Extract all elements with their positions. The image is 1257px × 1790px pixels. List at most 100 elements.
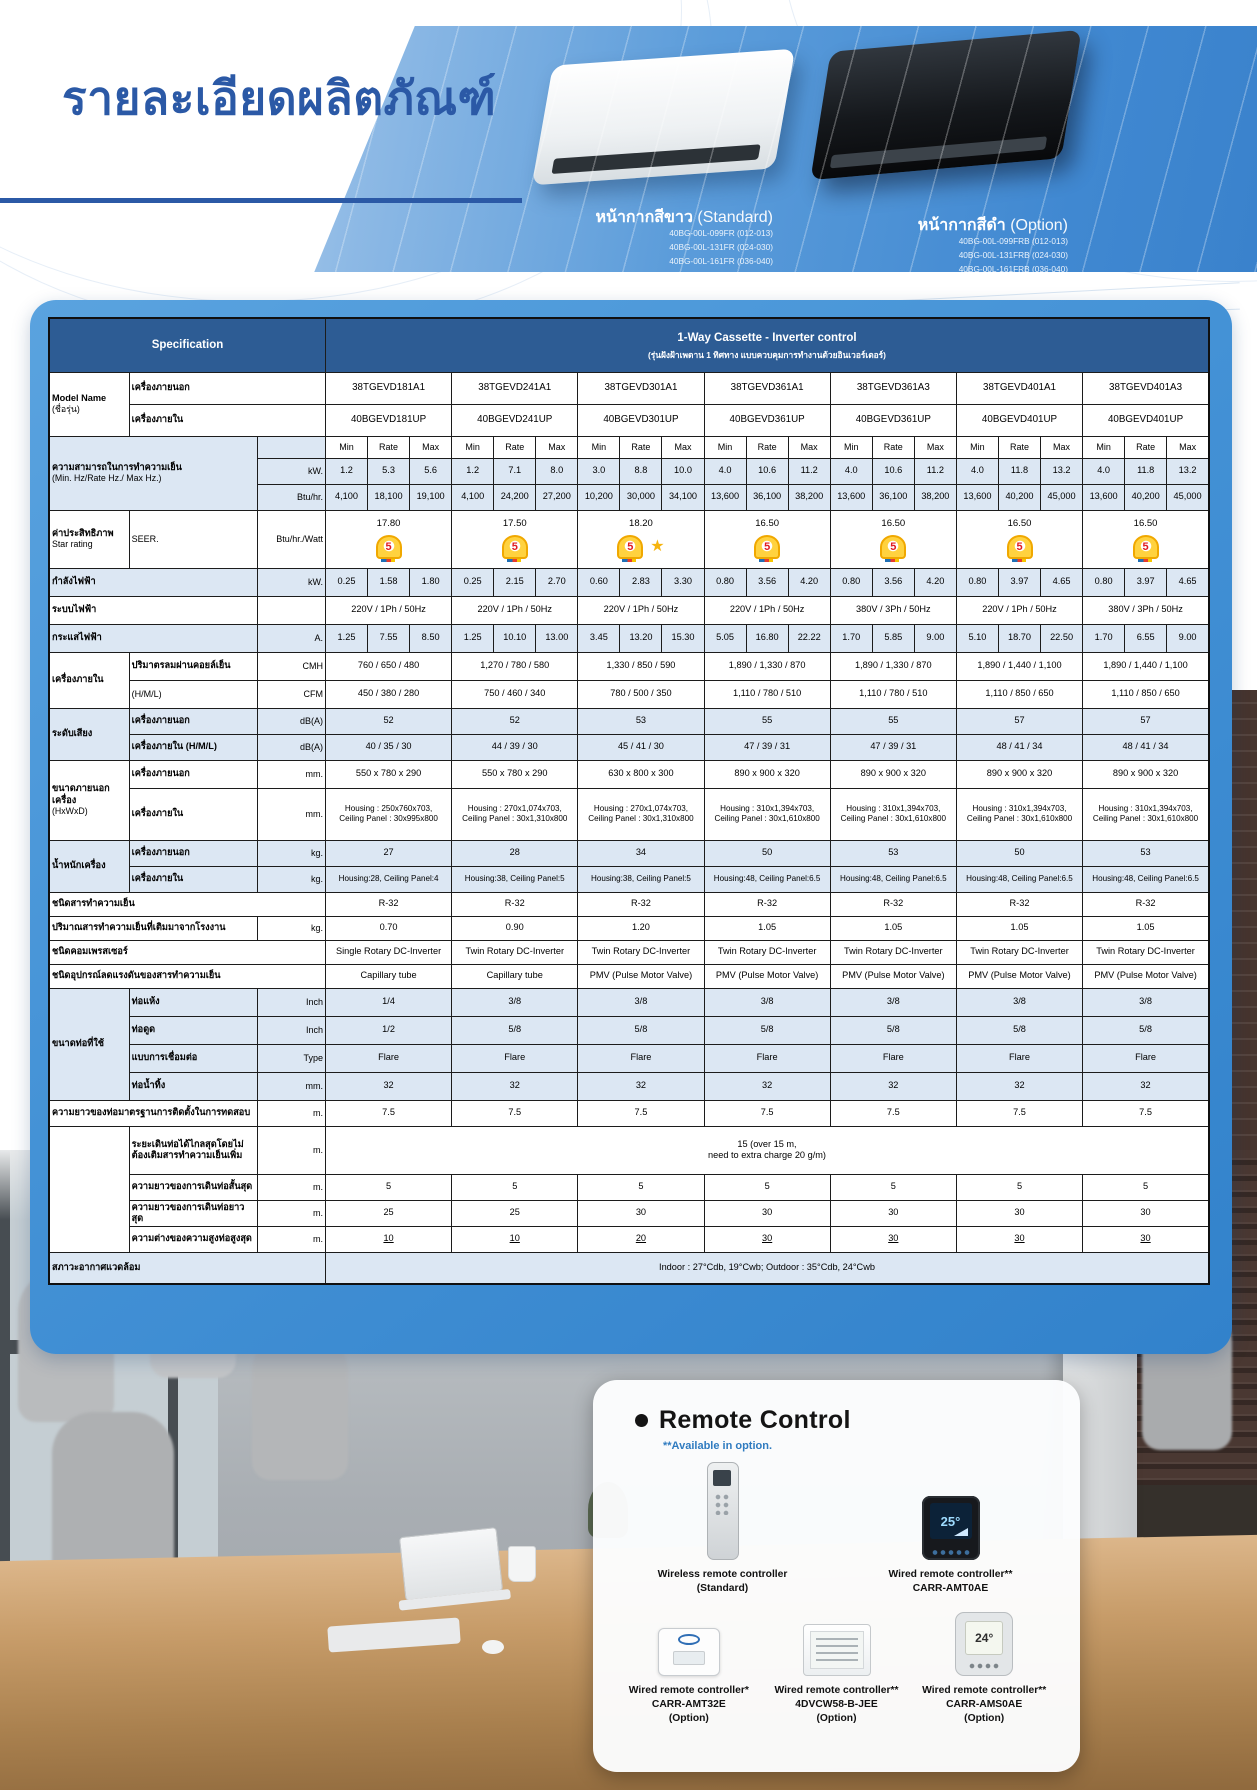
spec-cell: Min bbox=[829, 435, 873, 459]
spec-cell: 4.65 bbox=[1040, 567, 1084, 597]
spec-cell: 220V / 1Ph / 50Hz bbox=[577, 595, 705, 625]
spec-cell: Indoor : 27°Cdb, 19°Cwb; Outdoor : 35°Cd… bbox=[324, 1251, 1210, 1285]
spec-cell: Housing : 270x1,074x703, Ceiling Panel : … bbox=[577, 787, 705, 841]
spec-cell: 15 (over 15 m, need to extra charge 20 g/… bbox=[324, 1125, 1210, 1175]
spec-cell: Min bbox=[577, 435, 621, 459]
spec-cell: 3.45 bbox=[577, 623, 621, 653]
spec-cell: 1.58 bbox=[367, 567, 411, 597]
spec-cell: ระบบไฟฟ้า bbox=[48, 595, 258, 625]
spec-cell: ความยาวของท่อมาตรฐานการติดตั้งในการทดสอบ bbox=[48, 1099, 258, 1127]
spec-cell: 5/8 bbox=[829, 1015, 957, 1045]
standard-model-list-line: 40BG-00L-161FR (036-040) bbox=[669, 255, 773, 266]
spec-row: ชนิดสารทำความเย็น R-32 R-32 R-32 R-32 R-32 R-3… bbox=[48, 891, 1210, 917]
spec-cell: 1-Way Cassette - Inverter control (รุ่นฝั… bbox=[324, 317, 1210, 373]
spec-cell: 1,110 / 850 / 650 bbox=[1082, 679, 1210, 709]
spec-cell: 5.10 bbox=[955, 623, 999, 653]
spec-row: เครื่องภายใน (H/M/L) dB(A) 40 / 35 / 30 44 … bbox=[49, 733, 1210, 761]
spec-cell: 13,600 bbox=[829, 483, 873, 511]
spec-row: น้ำหนักเครื่อง เครื่องภายนอก kg. 27 28 34 50 53… bbox=[48, 839, 1210, 893]
energy-label-5-icon: 5 bbox=[1006, 535, 1033, 563]
spec-cell: 4.20 bbox=[913, 567, 957, 597]
spec-row: เครื่องภายใน mm. Housing : 250x760x703, Cei… bbox=[49, 787, 1210, 841]
spec-cell: 48 / 41 / 34 bbox=[955, 733, 1084, 761]
spec-cell: 1.05 bbox=[829, 915, 957, 941]
spec-cell: 4.0 bbox=[1082, 457, 1126, 485]
spec-cell: R-32 bbox=[1082, 891, 1210, 917]
spec-cell: 38TGEVD401A1 bbox=[955, 371, 1084, 405]
wired-remote-ams0ae-image: 24° bbox=[955, 1611, 1014, 1676]
spec-cell: Inch bbox=[256, 987, 326, 1017]
spec-cell: 4.65 bbox=[1166, 567, 1210, 597]
wireless-remote-image bbox=[706, 1462, 739, 1560]
spec-cell: mm. bbox=[256, 1071, 326, 1101]
spec-cell: 10.6 bbox=[745, 457, 789, 485]
spec-cell: dB(A) bbox=[256, 733, 326, 761]
spec-cell: 5.6 bbox=[409, 457, 453, 485]
spec-cell bbox=[48, 1125, 130, 1253]
spec-row: Model Name (ชื่อรุ่น) เครื่องภายนอก 38TGEVD… bbox=[48, 371, 1210, 437]
spec-cell: 5 bbox=[829, 1173, 957, 1201]
spec-cell: kW. bbox=[256, 567, 326, 597]
spec-cell: 450 / 380 / 280 bbox=[324, 679, 453, 709]
spec-cell: Twin Rotary DC-Inverter bbox=[829, 939, 957, 965]
spec-cell: Min bbox=[955, 435, 999, 459]
spec-cell: 890 x 900 x 320 bbox=[829, 759, 957, 789]
spec-cell: 40 / 35 / 30 bbox=[324, 733, 453, 761]
spec-cell: 1,110 / 780 / 510 bbox=[703, 679, 831, 709]
spec-cell: Min bbox=[324, 435, 369, 459]
spec-cell: 40BGEVD241UP bbox=[451, 403, 579, 437]
spec-cell: Housing:48, Ceiling Panel:6.5 bbox=[955, 865, 1084, 893]
spec-cell: Twin Rotary DC-Inverter bbox=[451, 939, 579, 965]
spec-cell: ชนิดสารทำความเย็น bbox=[48, 891, 326, 917]
spec-cell: 36,100 bbox=[745, 483, 789, 511]
spec-cell: 5 bbox=[577, 1173, 705, 1201]
amt32e-label-line: Wired remote controller* bbox=[628, 1684, 749, 1696]
spec-cell: Capillary tube bbox=[451, 963, 579, 989]
option-model-list-line: 40BG-00L-131FRB (024-030) bbox=[958, 249, 1068, 260]
spec-cell: Rate bbox=[997, 435, 1042, 459]
spec-cell: เครื่องภายนอก bbox=[128, 707, 258, 735]
spec-cell: 30,000 bbox=[619, 483, 663, 511]
spec-table: Specification 1-Way Cassette - Inverter c… bbox=[48, 317, 1210, 1285]
spec-cell: เครื่องภายนอก bbox=[128, 371, 326, 405]
amt32e-label-line: (Option) bbox=[668, 1712, 709, 1724]
energy-label-5-icon: 5 bbox=[754, 535, 781, 563]
spec-cell: kg. bbox=[256, 865, 326, 893]
spec-cell: 45 / 41 / 30 bbox=[577, 733, 705, 761]
spec-cell: 7.5 bbox=[577, 1099, 705, 1127]
remote-item-amt0ae: 25° Wired remote controller** CARR-AMT0AE bbox=[866, 1496, 1036, 1596]
spec-cell: 40BGEVD361UP bbox=[703, 403, 831, 437]
spec-row: ท่อดูด Inch 1/2 5/8 5/8 5/8 5/8 5/8 5/8 bbox=[49, 1015, 1210, 1045]
remote-item-wireless: Wireless remote controller (Standard) bbox=[638, 1462, 808, 1596]
spec-cell: Rate bbox=[871, 435, 915, 459]
seer-cell: 17.80 5 bbox=[324, 509, 453, 569]
spec-cell: 1,890 / 1,330 / 870 bbox=[703, 651, 831, 681]
spec-cell: 1,270 / 780 / 580 bbox=[451, 651, 579, 681]
dvcw58-label-line: 4DVCW58-B-JEE bbox=[795, 1698, 878, 1710]
spec-cell: ชนิดคอมเพรสเซอร์ bbox=[48, 939, 326, 965]
spec-cell: 30 bbox=[1082, 1199, 1210, 1227]
spec-cell: 5 bbox=[324, 1173, 453, 1201]
spec-cell: 1,890 / 1,440 / 1,100 bbox=[955, 651, 1084, 681]
spec-row: ความยาวของท่อมาตรฐานการติดตั้งในการทดสอบ… bbox=[48, 1099, 1210, 1127]
spec-cell: 890 x 900 x 320 bbox=[703, 759, 831, 789]
spec-row: ความสามารถในการทำความเย็น (Min. Hz/Rate H… bbox=[48, 435, 1210, 511]
spec-cell: Housing:38, Ceiling Panel:5 bbox=[577, 865, 705, 893]
spec-cell: 7.5 bbox=[324, 1099, 453, 1127]
spec-cell: เครื่องภายใน bbox=[128, 787, 258, 841]
spec-cell: 7.5 bbox=[829, 1099, 957, 1127]
spec-cell: 3.56 bbox=[871, 567, 915, 597]
spec-cell: ระดับเสียง bbox=[48, 707, 130, 761]
spec-cell: 11.8 bbox=[997, 457, 1042, 485]
spec-cell: m. bbox=[256, 1199, 326, 1227]
spec-cell: ท่อดูด bbox=[128, 1015, 258, 1045]
spec-cell: 220V / 1Ph / 50Hz bbox=[703, 595, 831, 625]
spec-cell: 3.56 bbox=[745, 567, 789, 597]
spec-cell: 32 bbox=[829, 1071, 957, 1101]
spec-cell: 4.0 bbox=[829, 457, 873, 485]
spec-cell: 57 bbox=[955, 707, 1084, 735]
spec-cell: Flare bbox=[324, 1043, 453, 1073]
wired-remote-4dvcw58-image bbox=[802, 1623, 871, 1676]
spec-cell: 550 x 780 x 290 bbox=[451, 759, 579, 789]
spec-cell: 38TGEVD361A1 bbox=[703, 371, 831, 405]
